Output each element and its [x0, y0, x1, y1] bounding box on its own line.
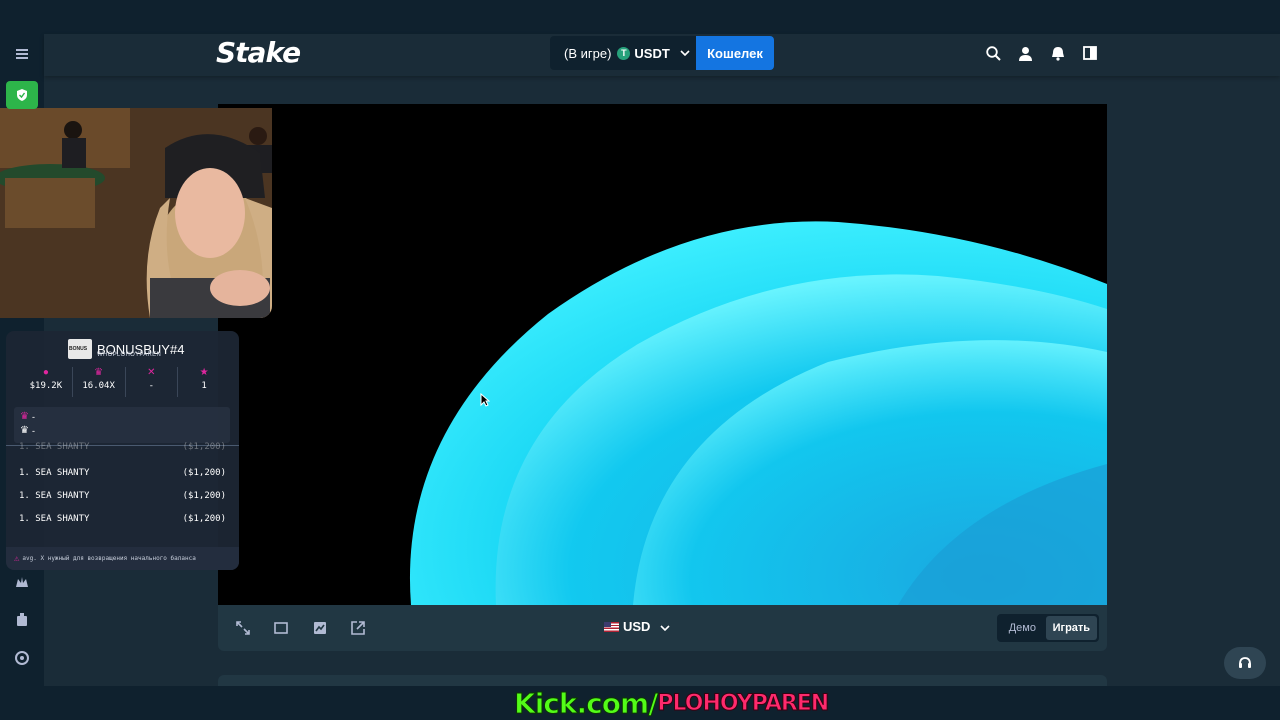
kick-domain: Kick.com/ [513, 686, 658, 720]
best-row: ♛ - [20, 411, 35, 422]
balance-selector[interactable]: (В игре) T USDT [550, 36, 696, 70]
fullscreen-icon[interactable] [235, 620, 251, 636]
esports-icon[interactable] [12, 572, 32, 592]
list-item-amount: ($1,200) [182, 468, 226, 478]
popout-icon[interactable] [350, 620, 366, 636]
stat-cross: ✕ - [126, 367, 179, 397]
game-controls-bar: USD Демо Играть [218, 605, 1107, 651]
headset-icon [1239, 657, 1251, 668]
bonus-footer-note: ⚠ avg. X нужный для возвращения начально… [6, 547, 239, 570]
game-bubble-graphic [409, 221, 1107, 605]
top-strip [0, 0, 1280, 34]
best-value: - [31, 411, 35, 422]
wallet-button[interactable]: Кошелек [696, 36, 774, 70]
worst-row: ♛ - [20, 425, 35, 436]
kick-username: PLOHOYPAREN [657, 690, 830, 716]
streamer-webcam [0, 108, 272, 318]
list-item-name: 1. SEA SHANTY [19, 468, 90, 478]
stat-cross-value: - [148, 381, 155, 391]
stat-multiplier: ♛ 16.04X [73, 367, 126, 397]
list-item: 1. SEA SHANTY ($1,200) [19, 442, 226, 452]
list-item-amount: ($1,200) [182, 514, 226, 524]
multiplier-icon: ♛ [94, 367, 104, 378]
stat-star: ★ 1 [178, 367, 230, 397]
coin-icon: ● [42, 367, 49, 378]
list-item: 1. SEA SHANTY ($1,200) [19, 491, 226, 501]
sidebar-toggle-icon[interactable] [1081, 44, 1099, 62]
warning-icon: ⚠ [14, 553, 20, 564]
bonus-list: 1. SEA SHANTY ($1,200) 1. SEA SHANTY ($1… [6, 442, 239, 543]
stats-chart-icon[interactable] [312, 620, 328, 636]
demo-button[interactable]: Демо [999, 616, 1046, 640]
live-support-button[interactable] [1224, 647, 1266, 679]
cross-icon: ✕ [147, 367, 156, 378]
crown-pink-icon: ♛ [20, 411, 29, 422]
list-item-name: 1. SEA SHANTY [19, 514, 90, 524]
list-item-name: 1. SEA SHANTY [19, 491, 90, 501]
list-item-name: 1. SEA SHANTY [19, 442, 90, 452]
usdt-coin-icon: T [617, 46, 631, 60]
stat-star-value: 1 [201, 381, 207, 391]
bonus-buy-panel: BONUSBUY#4 WHOPLOHOYPAREN ● $19.2K ♛ 16.… [6, 331, 239, 570]
bonus-stats: ● $19.2K ♛ 16.04X ✕ - ★ 1 [20, 367, 230, 397]
balance-currency: USDT [634, 45, 670, 61]
us-flag-icon [604, 621, 619, 632]
mode-toggle: Демо Играть [997, 614, 1099, 642]
stat-total-value: $19.2K [29, 381, 63, 391]
currency-selector[interactable]: USD [604, 619, 671, 634]
list-item-amount: ($1,200) [182, 442, 226, 452]
theatre-mode-icon[interactable] [273, 620, 289, 636]
list-item: 1. SEA SHANTY ($1,200) [19, 468, 226, 478]
bonus-subtitle: WHOPLOHOYPAREN [97, 352, 162, 358]
bonus-gift-icon [68, 339, 92, 359]
stat-total: ● $19.2K [20, 367, 73, 397]
kick-channel-banner: Kick.com/ PLOHOYPAREN [513, 686, 830, 720]
game-canvas[interactable] [218, 104, 1107, 605]
star-icon: ★ [199, 367, 209, 378]
bonus-footer-text: avg. X нужный для возвращения начального… [22, 555, 196, 562]
worst-value: - [31, 425, 35, 436]
user-icon[interactable] [1016, 44, 1034, 62]
chevron-down-icon [680, 48, 690, 59]
play-button[interactable]: Играть [1045, 616, 1097, 640]
balance-status: (В игре) [564, 45, 612, 61]
list-item-amount: ($1,200) [182, 491, 226, 501]
best-worst-box: ♛ - ♛ - [14, 407, 230, 443]
chevron-down-icon [660, 619, 671, 634]
crown-white-icon: ♛ [20, 425, 29, 436]
gift-icon[interactable] [12, 610, 32, 630]
stat-multiplier-value: 16.04X [82, 381, 115, 391]
notifications-bell-icon[interactable] [1049, 44, 1067, 62]
support-lifebuoy-icon[interactable] [12, 648, 32, 668]
list-item: 1. SEA SHANTY ($1,200) [19, 514, 226, 524]
mouse-cursor-icon [480, 392, 491, 412]
shield-check-icon [6, 81, 38, 109]
search-icon[interactable] [984, 44, 1002, 62]
menu-icon[interactable] [12, 44, 32, 64]
stake-logo[interactable]: Stake [216, 36, 301, 69]
currency-label: USD [623, 619, 651, 634]
